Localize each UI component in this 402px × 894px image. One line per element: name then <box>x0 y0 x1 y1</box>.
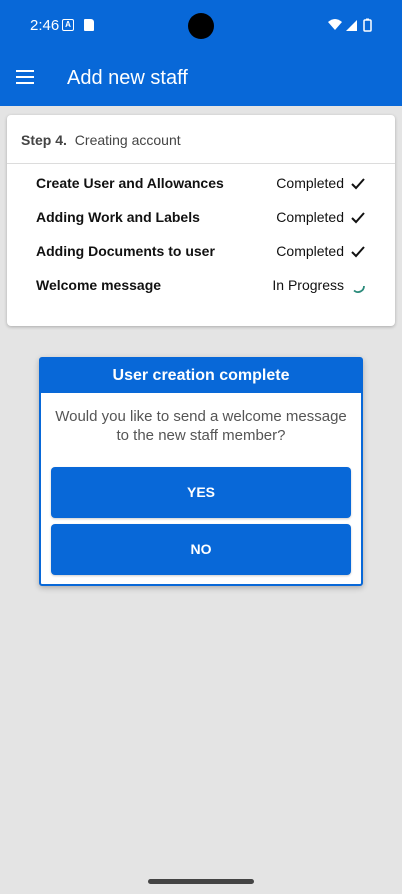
check-icon <box>351 246 365 258</box>
progress-row-label: Adding Documents to user <box>36 243 215 259</box>
app-bar: Add new staff <box>0 52 402 106</box>
home-indicator[interactable] <box>148 879 254 884</box>
progress-row: Welcome message In Progress <box>36 276 366 296</box>
status-bar: 2:46 A <box>0 0 402 52</box>
progress-row: Create User and Allowances Completed <box>36 174 366 194</box>
step-title: Creating account <box>74 132 181 148</box>
progress-row-status: Completed <box>276 243 344 259</box>
step-header: Step 4. Creating account <box>7 115 395 164</box>
sd-card-icon <box>84 19 94 31</box>
progress-row-label: Welcome message <box>36 277 162 293</box>
spinner-icon <box>353 285 365 293</box>
progress-row: Adding Documents to user Completed <box>36 242 366 262</box>
progress-row-status: In Progress <box>272 277 344 293</box>
dialog-message: Would you like to send a welcome message… <box>55 408 347 444</box>
progress-row: Adding Work and Labels Completed <box>36 208 366 228</box>
progress-row-label: Create User and Allowances <box>36 175 224 191</box>
yes-button[interactable]: YES <box>51 467 351 518</box>
a-icon: A <box>62 19 74 31</box>
welcome-dialog: User creation complete Would you like to… <box>39 357 363 586</box>
hamburger-menu-icon[interactable] <box>16 69 36 85</box>
page-title: Add new staff <box>67 67 188 89</box>
wifi-icon <box>328 19 342 30</box>
check-icon <box>351 212 365 224</box>
status-icons <box>328 18 372 32</box>
status-time: 2:46 <box>30 17 60 34</box>
battery-icon <box>363 19 372 32</box>
camera-cutout <box>188 13 214 39</box>
no-button[interactable]: NO <box>51 524 351 575</box>
progress-row-status: Completed <box>276 209 344 225</box>
signal-icon <box>346 20 357 31</box>
check-icon <box>351 178 365 190</box>
progress-row-status: Completed <box>276 175 344 191</box>
dialog-title: User creation complete <box>41 359 361 393</box>
progress-row-label: Adding Work and Labels <box>36 209 200 225</box>
step-label: Step 4. <box>21 132 67 148</box>
step-card: Step 4. Creating account Create User and… <box>7 115 395 326</box>
